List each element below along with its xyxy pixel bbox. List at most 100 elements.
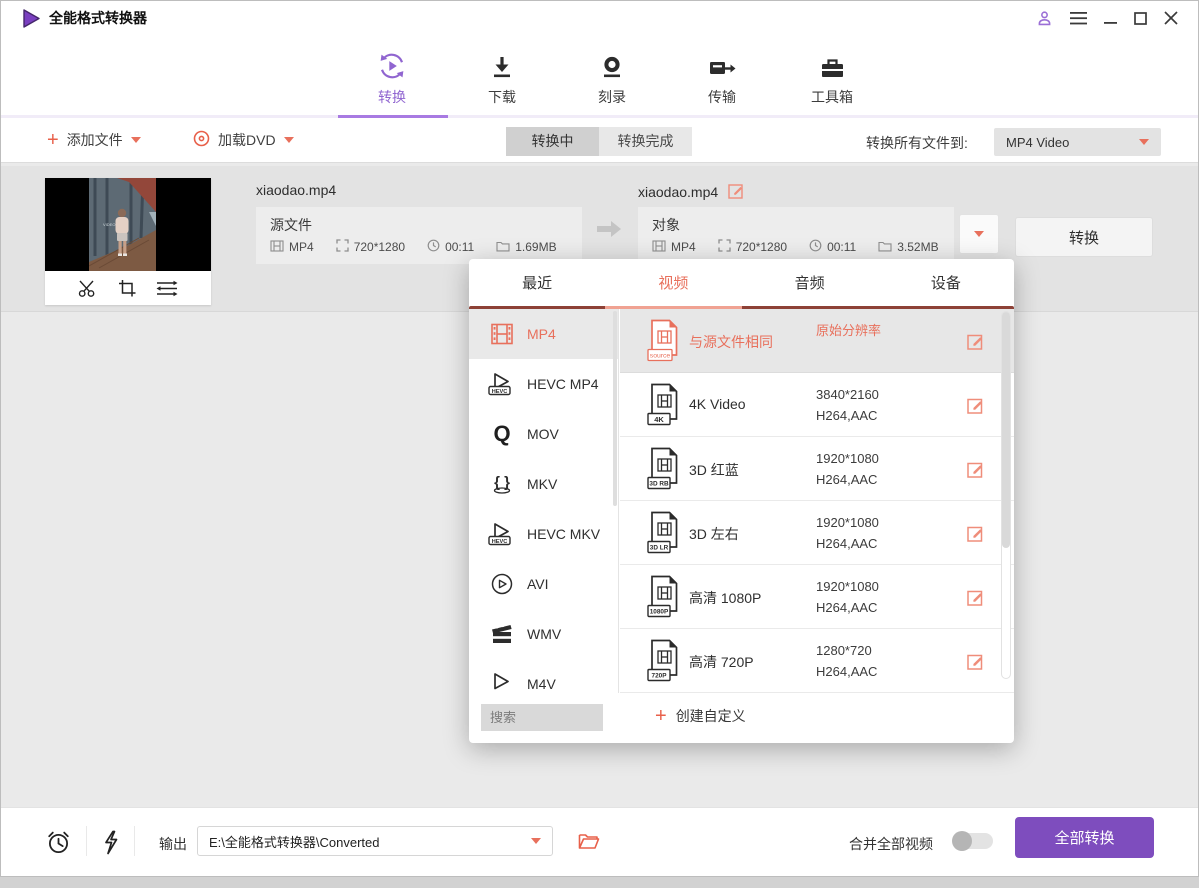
logo-icon bbox=[23, 9, 40, 33]
mp4-film-icon bbox=[487, 323, 517, 345]
source-info: MP4 720*1280 00:11 1.69MB bbox=[270, 239, 579, 255]
format-item-m4v[interactable]: M4V bbox=[469, 659, 618, 693]
preset-resolution: 1920*1080 bbox=[816, 448, 879, 469]
target-format: MP4 bbox=[671, 240, 696, 254]
matroska-icon: { } bbox=[487, 472, 517, 496]
preset-row-3d-rb[interactable]: 3D RB 3D 红蓝 1920*1080 H264,AAC bbox=[620, 437, 1014, 501]
cut-button[interactable] bbox=[78, 279, 98, 298]
tab-convert[interactable]: 转换 bbox=[337, 47, 447, 107]
quicktime-icon: Q bbox=[487, 422, 517, 446]
source-panel: 源文件 MP4 720*1280 00:11 1.69MB bbox=[256, 207, 582, 264]
popup-body: MP4 HEVC HEVC MP4 Q MOV { } bbox=[469, 309, 1014, 693]
source-format: MP4 bbox=[289, 240, 314, 254]
output-path-input[interactable] bbox=[209, 834, 523, 849]
maximize-button[interactable] bbox=[1134, 12, 1147, 25]
preset-edit-button[interactable] bbox=[967, 652, 985, 670]
preset-edit-button[interactable] bbox=[967, 332, 985, 350]
output-format-select[interactable]: MP4 Video bbox=[994, 128, 1161, 156]
convert-button[interactable]: 转换 bbox=[1015, 217, 1153, 257]
format-item-mp4[interactable]: MP4 bbox=[469, 309, 618, 359]
tab-toolbox[interactable]: 工具箱 bbox=[777, 47, 887, 107]
format-item-avi[interactable]: AVI bbox=[469, 559, 618, 609]
popup-tab-active-indicator bbox=[605, 306, 742, 309]
burn-icon bbox=[557, 47, 667, 81]
target-duration: 00:11 bbox=[827, 240, 856, 254]
convert-arrow-icon bbox=[595, 219, 623, 244]
play-outline-icon bbox=[487, 672, 517, 693]
preset-row-1080p[interactable]: 1080P 高清 1080P 1920*1080 H264,AAC bbox=[620, 565, 1014, 629]
preset-row-source[interactable]: source 与源文件相同 原始分辨率 bbox=[620, 309, 1014, 373]
tab-transfer[interactable]: 传输 bbox=[667, 47, 777, 107]
tab-burn[interactable]: 刻录 bbox=[557, 47, 667, 107]
popup-tab-audio[interactable]: 音频 bbox=[742, 259, 878, 306]
tab-finished[interactable]: 转换完成 bbox=[599, 127, 692, 156]
popup-tab-device[interactable]: 设备 bbox=[878, 259, 1014, 306]
preset-row-720p[interactable]: 720P 高清 720P 1280*720 H264,AAC bbox=[620, 629, 1014, 693]
format-label: MOV bbox=[527, 426, 559, 442]
preset-detail: 1920*1080 H264,AAC bbox=[816, 512, 879, 554]
popup-tab-recent[interactable]: 最近 bbox=[469, 259, 605, 306]
format-item-mov[interactable]: Q MOV bbox=[469, 409, 618, 459]
account-icon[interactable] bbox=[1036, 10, 1053, 27]
target-file-name-row: xiaodao.mp4 bbox=[638, 182, 745, 202]
effects-button[interactable] bbox=[156, 280, 178, 297]
preset-edit-button[interactable] bbox=[967, 588, 985, 606]
format-item-mkv[interactable]: { } MKV bbox=[469, 459, 618, 509]
svg-text:3D LR: 3D LR bbox=[650, 545, 669, 552]
preset-codec: H264,AAC bbox=[816, 597, 879, 618]
merge-toggle[interactable] bbox=[953, 833, 993, 849]
preset-scrollbar-thumb[interactable] bbox=[1002, 312, 1010, 548]
close-button[interactable] bbox=[1164, 11, 1178, 25]
preset-detail: 原始分辨率 bbox=[816, 320, 881, 341]
preset-doc-icon: 3D LR bbox=[646, 511, 682, 562]
format-label: MP4 bbox=[527, 326, 556, 342]
menu-icon[interactable] bbox=[1070, 12, 1087, 25]
target-info: MP4 720*1280 00:11 3.52MB bbox=[652, 239, 961, 255]
format-item-wmv[interactable]: WMV bbox=[469, 609, 618, 659]
add-file-button[interactable]: + 添加文件 bbox=[47, 130, 141, 150]
load-dvd-button[interactable]: 加载DVD bbox=[193, 130, 294, 150]
preset-resolution: 1920*1080 bbox=[816, 576, 879, 597]
preset-row-3d-lr[interactable]: 3D LR 3D 左右 1920*1080 H264,AAC bbox=[620, 501, 1014, 565]
convert-all-button[interactable]: 全部转换 bbox=[1015, 817, 1154, 858]
tab-download[interactable]: 下载 bbox=[447, 47, 557, 107]
format-list-scrollbar[interactable] bbox=[613, 311, 617, 506]
preset-row-4k[interactable]: 4K 4K Video 3840*2160 H264,AAC bbox=[620, 373, 1014, 437]
divider bbox=[134, 826, 135, 856]
toolbox-icon bbox=[777, 47, 887, 81]
preset-name: 4K Video bbox=[689, 396, 746, 412]
preset-doc-icon: 4K bbox=[646, 383, 682, 434]
preset-edit-button[interactable] bbox=[967, 396, 985, 414]
preset-edit-button[interactable] bbox=[967, 460, 985, 478]
schedule-alarm-button[interactable] bbox=[45, 829, 72, 856]
minimize-button[interactable] bbox=[1104, 12, 1117, 25]
preset-detail: 1920*1080 H264,AAC bbox=[816, 448, 879, 490]
nav-tab-label: 下载 bbox=[447, 87, 557, 107]
preset-edit-button[interactable] bbox=[967, 524, 985, 542]
rename-edit-icon[interactable] bbox=[728, 182, 745, 202]
target-format-dropdown-button[interactable] bbox=[959, 214, 999, 254]
preset-codec: H264,AAC bbox=[816, 661, 877, 682]
format-label: AVI bbox=[527, 576, 549, 592]
popup-tab-video[interactable]: 视频 bbox=[605, 259, 741, 306]
svg-text:3D RB: 3D RB bbox=[649, 481, 669, 488]
preset-list-scrollbar[interactable] bbox=[1001, 311, 1011, 679]
tab-converting[interactable]: 转换中 bbox=[506, 127, 599, 156]
high-speed-button[interactable] bbox=[101, 830, 118, 855]
create-custom-button[interactable]: + 创建自定义 bbox=[655, 706, 746, 726]
preset-codec: H264,AAC bbox=[816, 469, 879, 490]
download-icon bbox=[447, 47, 557, 81]
format-item-hevc-mp4[interactable]: HEVC HEVC MP4 bbox=[469, 359, 618, 409]
toggle-knob bbox=[952, 831, 972, 851]
film-icon bbox=[270, 240, 284, 255]
format-item-hevc-mkv[interactable]: HEVC HEVC MKV bbox=[469, 509, 618, 559]
merge-videos-label: 合并全部视频 bbox=[849, 834, 933, 854]
crop-button[interactable] bbox=[118, 279, 136, 297]
chevron-down-icon bbox=[131, 137, 141, 143]
open-folder-button[interactable] bbox=[578, 832, 600, 850]
output-path-select[interactable] bbox=[197, 826, 553, 856]
svg-text:720P: 720P bbox=[652, 673, 668, 680]
search-input[interactable] bbox=[481, 704, 603, 731]
popup-tabs: 最近 视频 音频 设备 bbox=[469, 259, 1014, 306]
chevron-down-icon bbox=[531, 838, 541, 844]
